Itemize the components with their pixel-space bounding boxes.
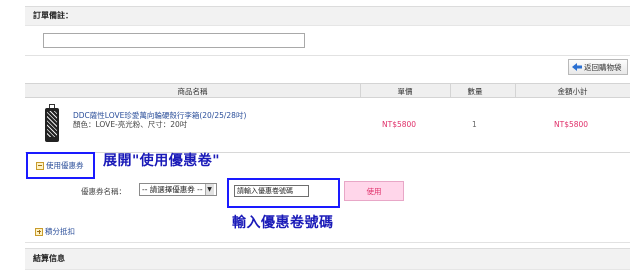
product-thumbnail[interactable] (45, 104, 59, 142)
coupon-name-label: 優惠券名稱： (81, 187, 126, 196)
summary-title: 結算信息 (33, 254, 65, 263)
points-deduction-toggle[interactable]: 積分抵扣 (35, 226, 75, 237)
divider (25, 55, 630, 56)
subtotal: NT$5800 (554, 120, 589, 129)
divider (25, 242, 630, 243)
col-unit-price: 單價 (397, 87, 413, 96)
annotation-expand-coupon: 展開"使用優惠卷" (103, 153, 221, 169)
order-remark-input[interactable] (43, 33, 305, 48)
coupon-select[interactable]: -- 請選擇優惠券 -- ▼ (139, 183, 217, 196)
points-deduction-label: 積分抵扣 (45, 227, 75, 236)
col-subtotal: 金額小計 (557, 87, 588, 96)
product-spec: 顏色：LOVE-亮光粉、尺寸：20吋 (73, 120, 188, 129)
coupon-code-highlight: 請輸入優惠卷號碼 (227, 178, 340, 208)
back-to-cart-label: 返回購物袋 (584, 62, 622, 72)
col-quantity: 數量 (467, 87, 483, 96)
annotation-enter-code: 輸入優惠卷號碼 (232, 215, 334, 231)
order-remark-title: 訂單備註： (33, 11, 73, 20)
arrow-left-icon (572, 63, 582, 71)
unit-price: NT$5800 (382, 120, 417, 129)
back-to-cart-button[interactable]: 返回購物袋 (568, 59, 628, 75)
order-remark-header: 訂單備註： (25, 6, 630, 26)
chevron-down-icon: ▼ (204, 184, 214, 195)
quantity: 1 (472, 120, 477, 129)
summary-header: 結算信息 (25, 248, 630, 270)
use-coupon-button[interactable]: 使用 (344, 181, 404, 201)
cart-table-header: 商品名稱 單價 數量 金額小計 (25, 83, 630, 98)
expand-icon (35, 227, 43, 236)
use-coupon-toggle[interactable]: 使用優惠券 (26, 152, 95, 179)
coupon-select-value: -- 請選擇優惠券 -- (142, 185, 203, 194)
coupon-code-input[interactable]: 請輸入優惠卷號碼 (234, 185, 309, 197)
use-coupon-label: 使用優惠券 (46, 161, 84, 170)
col-product-name: 商品名稱 (177, 87, 208, 96)
collapse-icon (36, 161, 44, 170)
table-row: DDC薩性LOVE珍愛萬向輪硬殼行李箱(20/25/28吋) 顏色：LOVE-亮… (25, 98, 630, 153)
